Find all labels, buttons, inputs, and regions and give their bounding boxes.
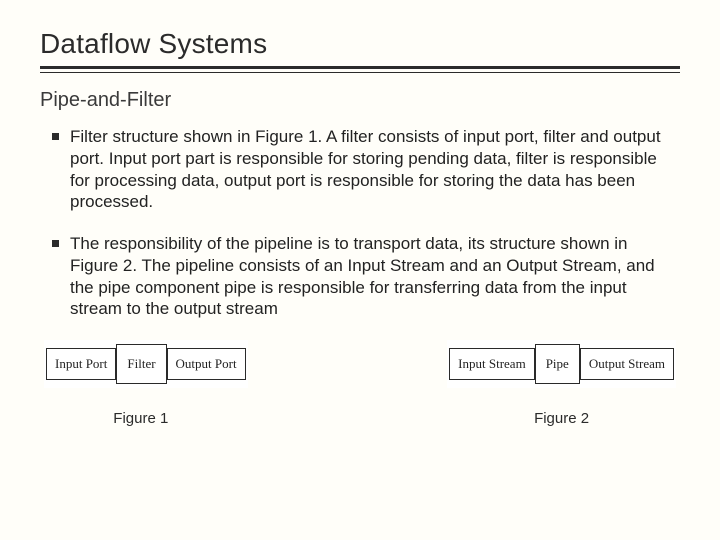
figure-2-box-output-stream: Output Stream (580, 348, 674, 380)
figure-1-box-filter: Filter (116, 344, 166, 384)
figures-row: Input Port Filter Output Port Figure 1 I… (40, 340, 680, 427)
slide: Dataflow Systems Pipe-and-Filter Filter … (0, 0, 720, 540)
slide-subtitle: Pipe-and-Filter (40, 89, 680, 112)
figure-1-diagram: Input Port Filter Output Port (44, 340, 248, 388)
bullet-item: Filter structure shown in Figure 1. A fi… (52, 126, 680, 213)
bullet-list: Filter structure shown in Figure 1. A fi… (52, 126, 680, 320)
figure-2-caption: Figure 2 (534, 410, 589, 427)
figure-1-box-output-port: Output Port (167, 348, 246, 380)
slide-title: Dataflow Systems (40, 28, 680, 60)
figure-2-diagram: Input Stream Pipe Output Stream (447, 340, 676, 388)
figure-2-box-input-stream: Input Stream (449, 348, 535, 380)
bullet-item: The responsibility of the pipeline is to… (52, 233, 680, 320)
figure-1: Input Port Filter Output Port Figure 1 (44, 340, 248, 427)
figure-2: Input Stream Pipe Output Stream Figure 2 (447, 340, 676, 427)
figure-2-box-pipe: Pipe (535, 344, 580, 384)
figure-1-box-input-port: Input Port (46, 348, 116, 380)
figure-1-caption: Figure 1 (113, 410, 168, 427)
title-rule (40, 66, 680, 73)
